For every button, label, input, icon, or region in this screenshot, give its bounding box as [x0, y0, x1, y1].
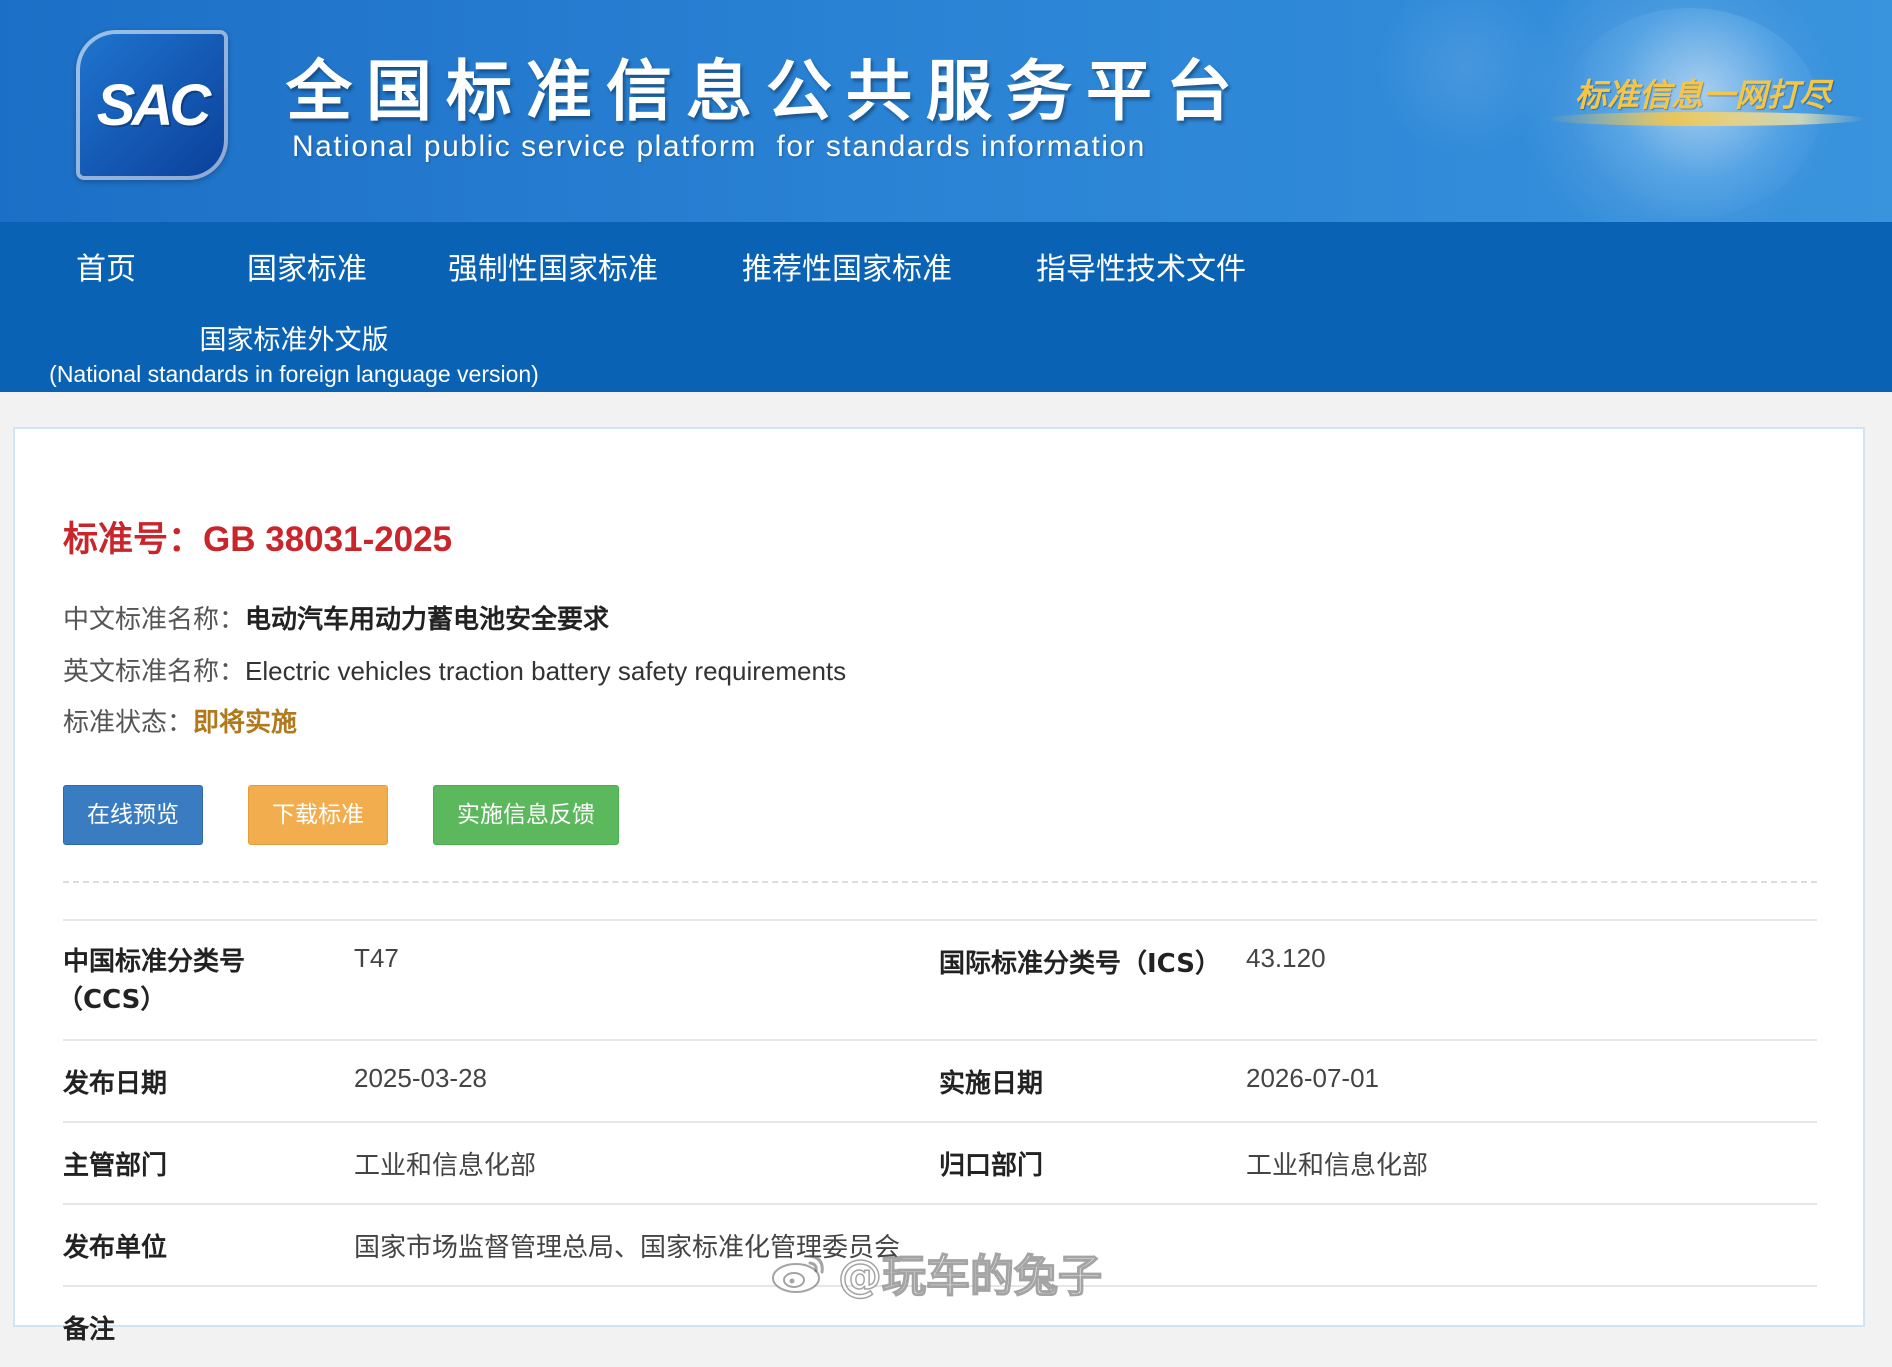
ccs-value: T47: [354, 943, 399, 973]
ics-value: 43.120: [1246, 943, 1326, 973]
watermark-text: @玩车的兔子: [837, 1250, 1103, 1303]
centralized-department-value: 工业和信息化部: [1246, 1151, 1429, 1181]
issuer-label: 发布单位: [63, 1233, 168, 1263]
cn-name-value: 电动汽车用动力蓄电池安全要求: [245, 605, 610, 635]
online-preview-button[interactable]: 在线预览: [63, 785, 203, 845]
ccs-label: 中国标准分类号 （CCS）: [57, 943, 246, 1019]
status-row: 标准状态：即将实施: [63, 702, 297, 739]
status-label: 标准状态：: [63, 708, 194, 738]
standard-detail-card: 标准号：GB 38031-2025 中文标准名称：电动汽车用动力蓄电池安全要求 …: [13, 427, 1865, 1345]
nav-item-national-standards[interactable]: 国家标准: [247, 244, 367, 288]
department-label: 主管部门: [63, 1151, 168, 1181]
nav-item-recommended-standards[interactable]: 推荐性国家标准: [742, 244, 952, 288]
ccs-label-line1: 中国标准分类号: [63, 947, 246, 977]
nav-item-mandatory-standards[interactable]: 强制性国家标准: [448, 244, 658, 288]
cn-name-row: 中文标准名称：电动汽车用动力蓄电池安全要求: [63, 599, 609, 636]
nav-foreign-cn-label: 国家标准外文版: [199, 325, 389, 356]
standard-number: GB 38031-2025: [203, 520, 453, 559]
site-title: 全国标准信息公共服务平台: [286, 53, 1246, 130]
site-header: SAC 全国标准信息公共服务平台 National public service…: [0, 0, 1892, 222]
en-name-value: Electric vehicles traction battery safet…: [245, 656, 847, 686]
weibo-watermark: @玩车的兔子: [770, 1240, 1103, 1304]
slogan: 标准信息一网打尽: [1575, 76, 1832, 114]
standard-number-heading: 标准号：GB 38031-2025: [63, 511, 452, 562]
weibo-icon: [772, 1254, 824, 1293]
en-name-label: 英文标准名称：: [63, 657, 246, 687]
publish-date-label: 发布日期: [63, 1069, 168, 1099]
table-row: 发布日期 2025-03-28 实施日期 2026-07-01: [63, 1039, 1817, 1121]
table-row: 主管部门 工业和信息化部 归口部门 工业和信息化部: [63, 1121, 1817, 1203]
en-name-row: 英文标准名称：Electric vehicles traction batter…: [63, 651, 846, 688]
nav-item-home[interactable]: 首页: [76, 244, 136, 288]
logo-text: SAC: [96, 72, 211, 138]
site-subtitle: National public service platform for sta…: [292, 130, 1146, 163]
cn-name-label: 中文标准名称：: [63, 605, 246, 635]
main-nav: 首页 国家标准 强制性国家标准 推荐性国家标准 指导性技术文件 国家标准外文版 …: [0, 222, 1892, 392]
download-standard-button[interactable]: 下载标准: [248, 785, 388, 845]
ccs-label-line2: （CCS）: [57, 985, 167, 1015]
ics-label: 国际标准分类号（ICS）: [939, 949, 1221, 979]
publish-date-value: 2025-03-28: [354, 1063, 487, 1093]
department-value: 工业和信息化部: [354, 1151, 537, 1181]
nav-item-foreign-version[interactable]: 国家标准外文版 (National standards in foreign l…: [42, 318, 546, 388]
sac-logo[interactable]: SAC: [76, 30, 228, 180]
implementation-date-value: 2026-07-01: [1246, 1063, 1379, 1093]
nav-foreign-en-label: (National standards in foreign language …: [49, 361, 539, 387]
nav-item-guidance-documents[interactable]: 指导性技术文件: [1036, 244, 1246, 288]
status-badge: 即将实施: [193, 708, 298, 738]
centralized-department-label: 归口部门: [939, 1151, 1044, 1181]
remark-label: 备注: [63, 1315, 116, 1345]
implementation-date-label: 实施日期: [939, 1069, 1044, 1099]
standard-number-label: 标准号：: [63, 520, 204, 560]
implementation-feedback-button[interactable]: 实施信息反馈: [433, 785, 619, 845]
section-divider: [63, 881, 1817, 883]
table-row: 中国标准分类号 （CCS） T47 国际标准分类号（ICS） 43.120: [57, 919, 1817, 1039]
